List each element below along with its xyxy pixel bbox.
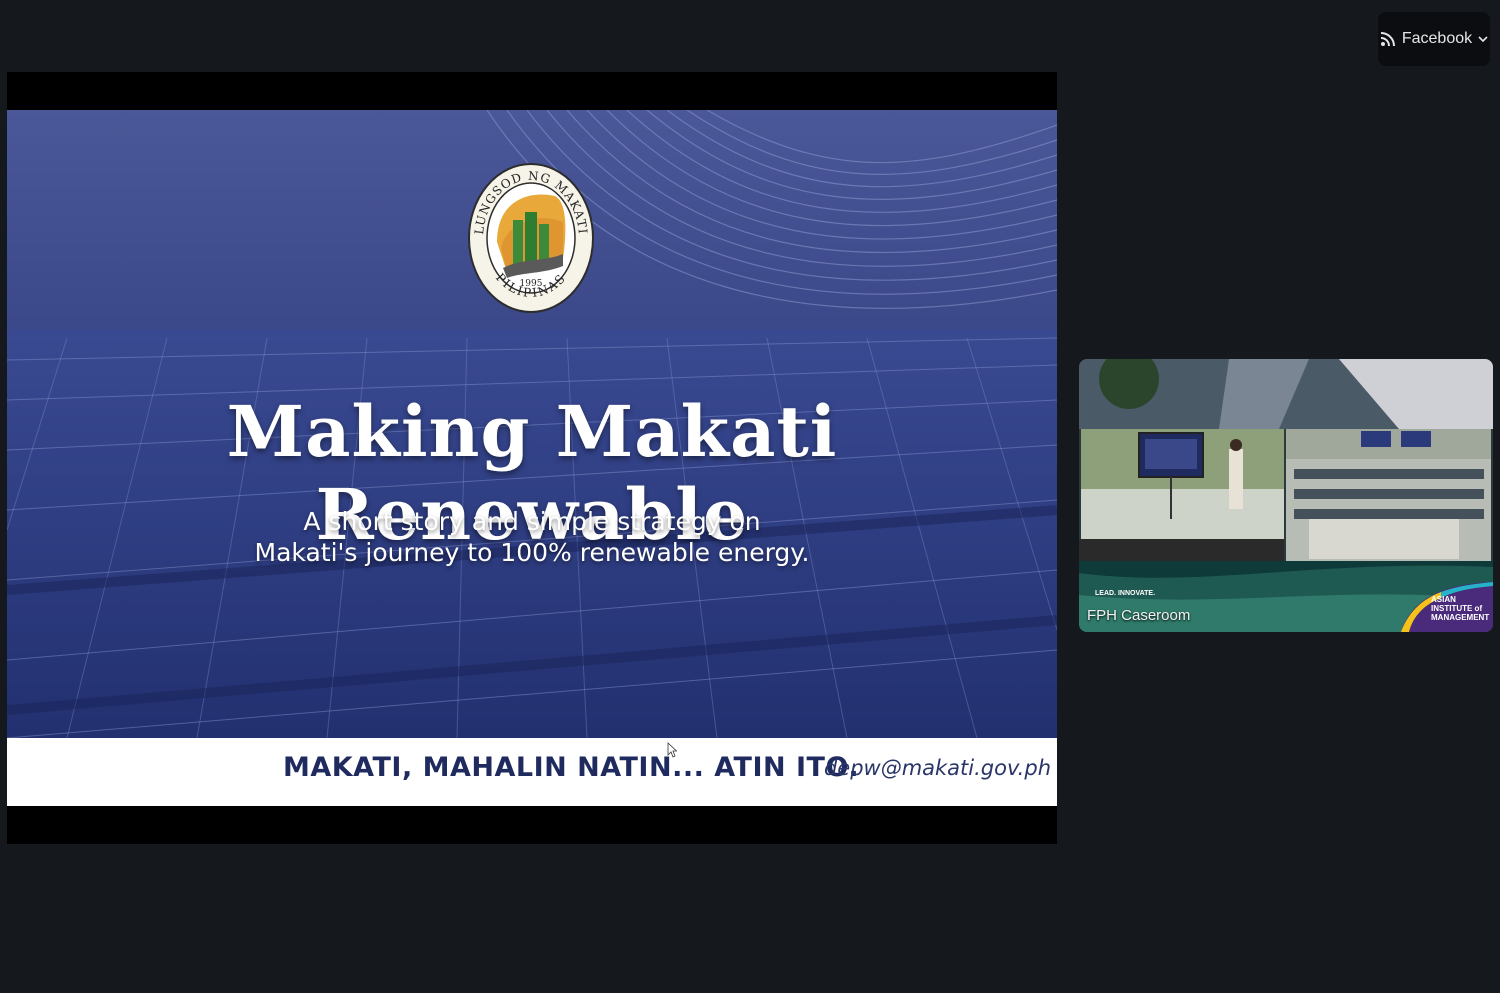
- slide-subtitle-line-1: A short story and simple strategy on: [303, 507, 761, 536]
- mouse-cursor-icon: [667, 742, 678, 763]
- rss-icon: [1380, 31, 1396, 47]
- meeting-window: Facebook 1995 LUNGSOD NG MAKATI PILIPINA…: [0, 0, 1500, 993]
- slide-footer: MAKATI, MAHALIN NATIN... ATIN ITO. depw@…: [7, 738, 1057, 806]
- makati-city-seal: 1995 LUNGSOD NG MAKATI PILIPINAS: [467, 162, 595, 314]
- aim-logo-text: ASIAN INSTITUTE of MANAGEMENT: [1431, 595, 1490, 622]
- shared-screen: 1995 LUNGSOD NG MAKATI PILIPINAS Making …: [7, 72, 1057, 844]
- slide-email: depw@makati.gov.ph: [823, 756, 1051, 780]
- participant-video-tile[interactable]: LEAD. INNOVATE. ASIAN INSTITUTE of MANAG…: [1079, 359, 1493, 632]
- chevron-down-icon: [1478, 35, 1488, 43]
- aim-logo: ASIAN INSTITUTE of MANAGEMENT: [1401, 580, 1493, 632]
- slide-subtitle: A short story and simple strategy on Mak…: [7, 506, 1057, 568]
- slide-subtitle-line-2: Makati's journey to 100% renewable energ…: [254, 538, 810, 567]
- presentation-slide: 1995 LUNGSOD NG MAKATI PILIPINAS Making …: [7, 110, 1057, 806]
- slide-slogan: MAKATI, MAHALIN NATIN... ATIN ITO.: [283, 752, 860, 783]
- participant-name: FPH Caseroom: [1087, 607, 1191, 624]
- live-stream-button[interactable]: Facebook: [1378, 12, 1490, 66]
- tile-tagline: LEAD. INNOVATE.: [1095, 590, 1156, 597]
- stream-label: Facebook: [1401, 30, 1473, 47]
